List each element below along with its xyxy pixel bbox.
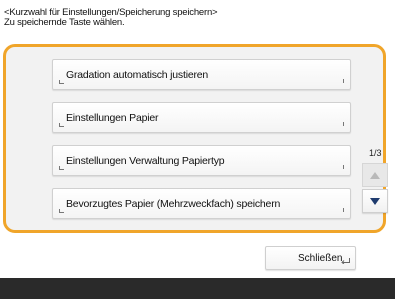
- close-button-label: Schließen: [298, 253, 343, 264]
- list-item-paper-type-management[interactable]: Einstellungen Verwaltung Papiertyp: [52, 145, 351, 176]
- close-button[interactable]: Schließen: [265, 246, 356, 270]
- bottom-bar: [0, 278, 395, 299]
- edge-mark-icon: [343, 208, 344, 212]
- list-item-paper-settings[interactable]: Einstellungen Papier: [52, 102, 351, 133]
- triangle-down-icon: [370, 197, 380, 205]
- edge-mark-icon: [343, 122, 344, 126]
- corner-mark-icon: [59, 209, 64, 213]
- return-arrow-icon: [341, 258, 350, 264]
- edge-mark-icon: [343, 79, 344, 83]
- scroll-down-button[interactable]: [362, 189, 388, 213]
- edge-mark-icon: [343, 165, 344, 169]
- triangle-up-icon: [370, 171, 380, 179]
- scroll-up-button[interactable]: [362, 163, 388, 187]
- corner-mark-icon: [59, 80, 64, 84]
- list-item-label: Einstellungen Verwaltung Papiertyp: [66, 155, 225, 167]
- list-item-label: Bevorzugtes Papier (Mehrzweckfach) speic…: [66, 198, 281, 210]
- corner-mark-icon: [59, 123, 64, 127]
- list-item-label: Gradation automatisch justieren: [66, 69, 209, 81]
- instruction-header: <Kurzwahl für Einstellungen/Speicherung …: [4, 8, 218, 28]
- list-item-label: Einstellungen Papier: [66, 112, 159, 124]
- list-item-gradation[interactable]: Gradation automatisch justieren: [52, 59, 351, 90]
- instruction-text: Zu speichernde Taste wählen.: [4, 17, 125, 28]
- page-indicator: 1/3: [369, 148, 382, 158]
- corner-mark-icon: [59, 166, 64, 170]
- list-item-preferred-paper[interactable]: Bevorzugtes Papier (Mehrzweckfach) speic…: [52, 188, 351, 219]
